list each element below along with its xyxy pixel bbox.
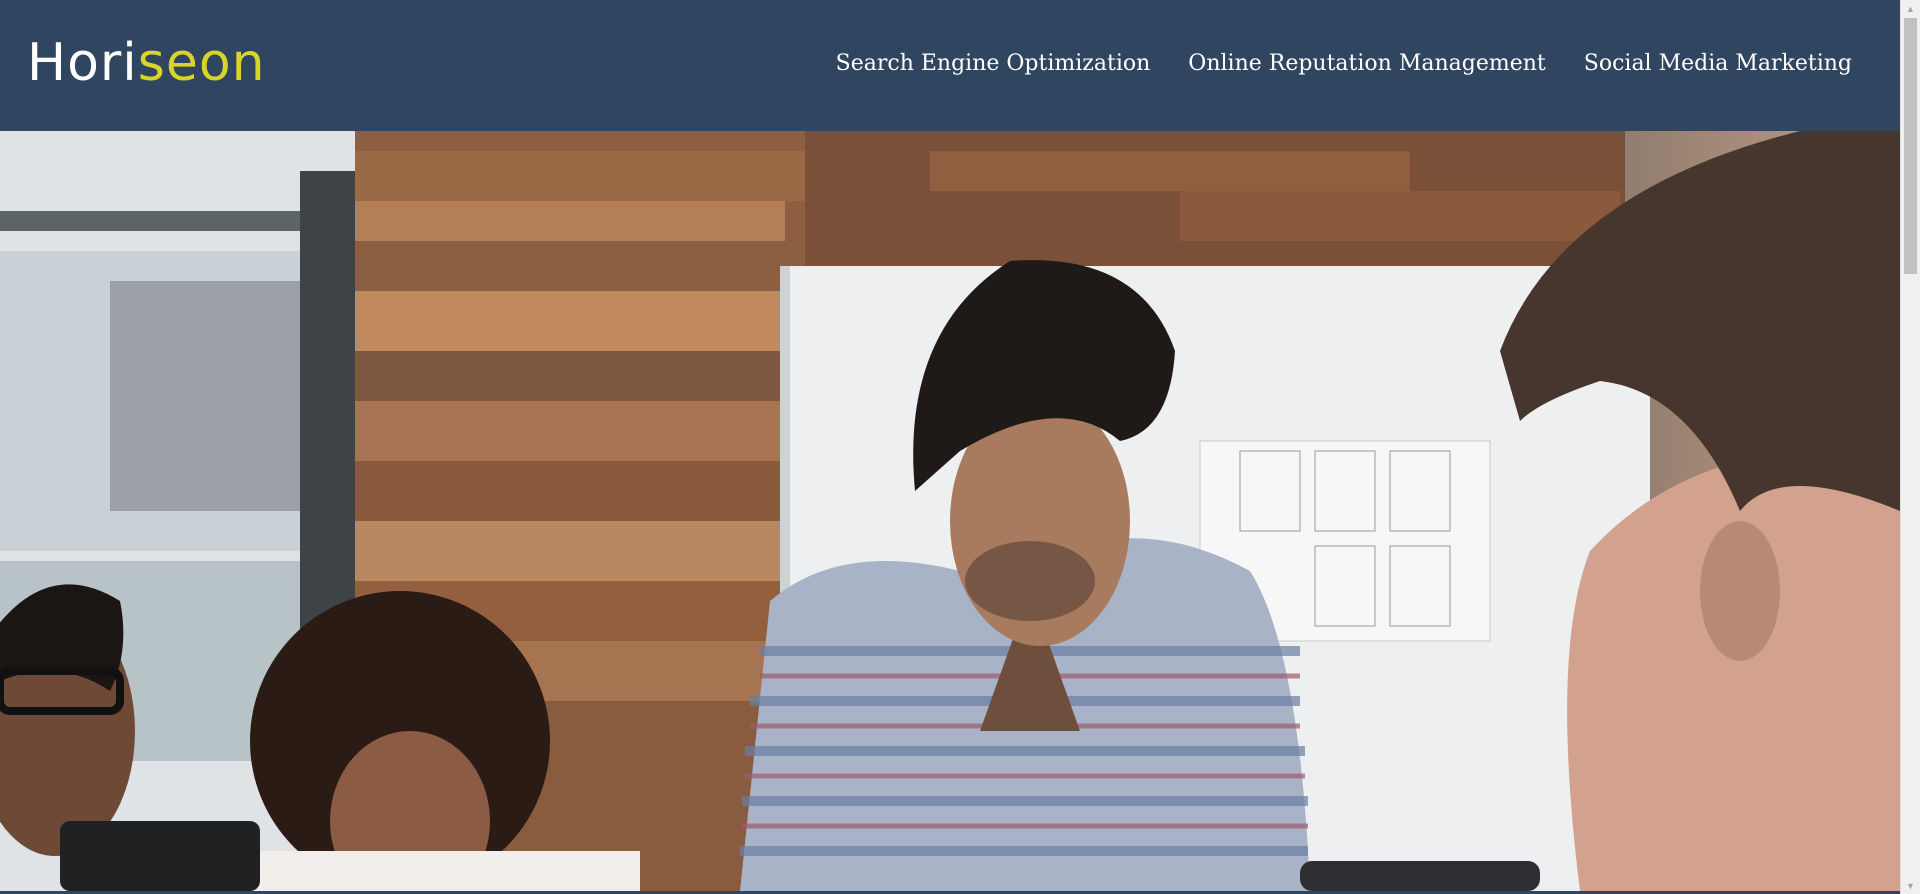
- logo-text-accent: seon: [137, 32, 266, 93]
- site-header: Horiseon Search Engine Optimization Onli…: [0, 0, 1900, 131]
- scroll-down-icon[interactable]: ▼: [1901, 877, 1920, 894]
- page: Horiseon Search Engine Optimization Onli…: [0, 0, 1900, 894]
- hero-image: [0, 131, 1900, 891]
- hero-illustration: [0, 131, 1900, 891]
- scroll-thumb[interactable]: [1904, 18, 1917, 274]
- nav-link-seo[interactable]: Search Engine Optimization: [836, 51, 1151, 76]
- logo[interactable]: Horiseon: [27, 33, 266, 93]
- main-nav: Search Engine Optimization Online Reputa…: [836, 51, 1852, 76]
- nav-link-social-media[interactable]: Social Media Marketing: [1584, 51, 1852, 76]
- nav-link-reputation[interactable]: Online Reputation Management: [1188, 51, 1545, 76]
- scroll-up-icon[interactable]: ▲: [1901, 0, 1920, 17]
- vertical-scrollbar[interactable]: ▲ ▼: [1900, 0, 1920, 894]
- logo-text-primary: Hori: [27, 32, 138, 93]
